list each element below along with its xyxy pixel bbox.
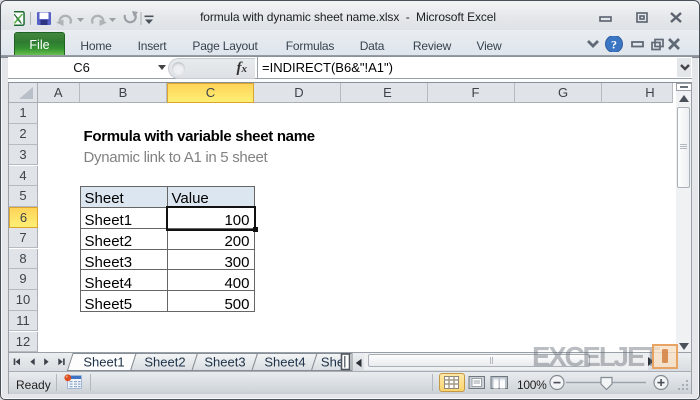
svg-text:Sheet1: Sheet1 — [83, 355, 124, 370]
svg-text:Sheet3: Sheet3 — [204, 355, 245, 370]
svg-text:She: She — [321, 355, 344, 370]
svg-text:?: ? — [611, 38, 617, 52]
svg-text:Sheet4: Sheet4 — [264, 355, 305, 370]
svg-text:Sheet2: Sheet2 — [144, 355, 185, 370]
